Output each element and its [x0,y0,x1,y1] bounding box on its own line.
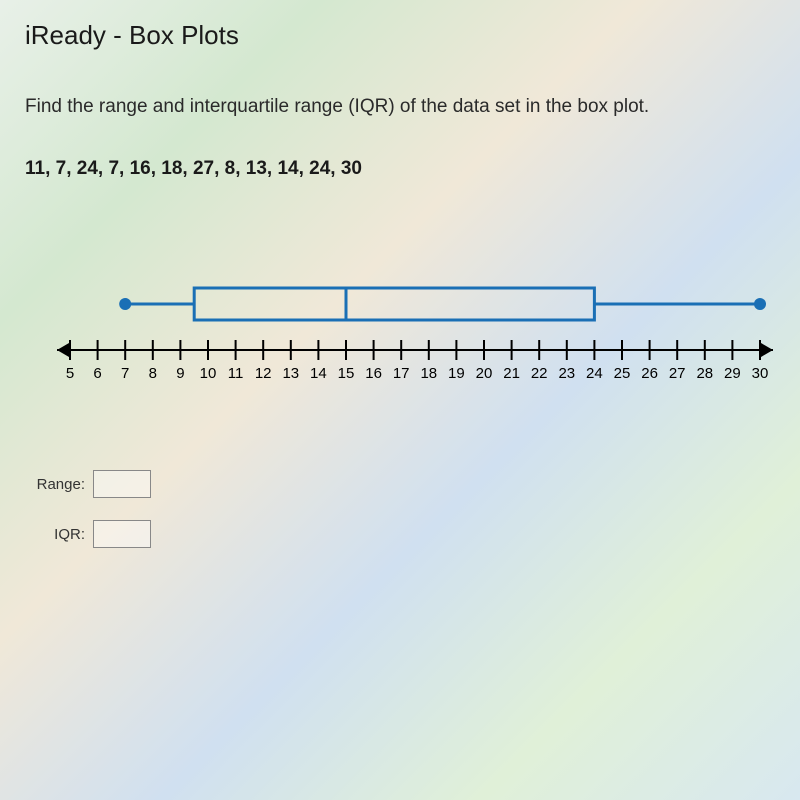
range-label: Range: [33,476,85,493]
svg-text:7: 7 [121,365,129,382]
svg-text:19: 19 [448,365,465,382]
svg-text:5: 5 [66,365,74,382]
svg-text:10: 10 [200,365,217,382]
svg-text:30: 30 [752,365,769,382]
svg-text:20: 20 [476,365,493,382]
box-plot-svg: 5 6 7 8 9 10 11 12 13 14 15 16 17 18 19 20 21 22 23 24 25 26 2… [55,270,775,390]
iqr-row: IQR: [33,520,775,548]
svg-text:16: 16 [365,365,382,382]
svg-text:11: 11 [228,365,244,382]
question-prompt: Find the range and interquartile range (… [25,96,775,118]
svg-text:14: 14 [310,365,327,382]
range-row: Range: [33,470,775,498]
svg-text:9: 9 [176,365,184,382]
svg-text:6: 6 [93,365,101,382]
svg-text:27: 27 [669,365,686,382]
svg-text:21: 21 [503,365,520,382]
iqr-label: IQR: [33,526,85,543]
svg-text:8: 8 [149,365,157,382]
svg-text:29: 29 [724,365,741,382]
svg-text:24: 24 [586,365,603,382]
iqr-input[interactable] [93,520,151,548]
svg-text:23: 23 [558,365,575,382]
page-title: iReady - Box Plots [25,20,775,51]
svg-text:12: 12 [255,365,272,382]
box-plot-chart: 5 6 7 8 9 10 11 12 13 14 15 16 17 18 19 20 21 22 23 24 25 26 2… [55,270,775,390]
svg-text:28: 28 [696,365,713,382]
range-input[interactable] [93,470,151,498]
svg-text:22: 22 [531,365,548,382]
svg-text:15: 15 [338,365,355,382]
svg-text:26: 26 [641,365,658,382]
svg-text:18: 18 [420,365,437,382]
svg-text:25: 25 [614,365,631,382]
svg-text:13: 13 [282,365,299,382]
svg-text:17: 17 [393,365,410,382]
data-list: 11, 7, 24, 7, 16, 18, 27, 8, 13, 14, 24,… [25,158,775,180]
